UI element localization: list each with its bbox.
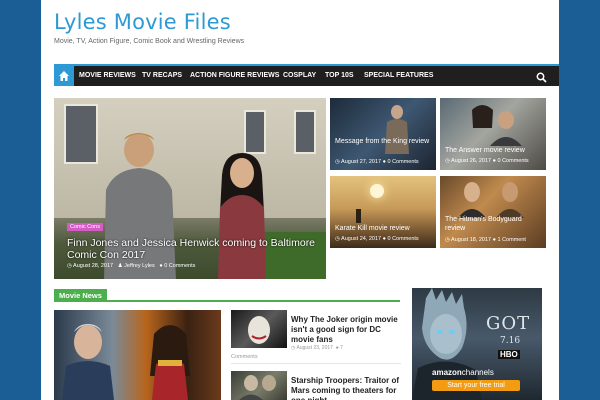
nav-item-top-10s[interactable]: TOP 10S: [325, 66, 354, 86]
post-comments-count[interactable]: 7: [340, 345, 343, 351]
featured-post-title[interactable]: The Answer movie review: [445, 147, 541, 156]
featured-post-tile[interactable]: The Hitman's Bodyguard review ◷ August 1…: [440, 176, 546, 248]
clock-icon: ◷: [335, 236, 340, 242]
news-title[interactable]: Starship Troopers: Traitor of Mars comin…: [291, 376, 401, 400]
comment-icon: ●: [382, 159, 386, 165]
tile-image-people: [472, 105, 522, 146]
user-icon: ♟: [117, 263, 123, 269]
post-date[interactable]: August 26, 2017: [451, 158, 491, 164]
search-icon[interactable]: [536, 70, 547, 88]
news-meta: ◷ August 23, 2017 ● 7: [291, 345, 343, 351]
post-date[interactable]: August 28, 2017: [73, 263, 113, 269]
featured-post-title[interactable]: The Hitman's Bodyguard review: [445, 216, 541, 233]
site-tagline: Movie, TV, Action Figure, Comic Book and…: [54, 38, 245, 45]
got-advertisement[interactable]: GOT 7.16 HBO amazonchannels Start your f…: [412, 288, 542, 400]
featured-post-tile[interactable]: Message from the King review ◷ August 27…: [330, 98, 436, 170]
featured-main-meta: ◷ August 28, 2017 ♟ Jeffrey Lyles ● 0 Co…: [67, 263, 195, 269]
clock-icon: ◷: [335, 159, 340, 165]
post-comments[interactable]: 0 Comments: [388, 159, 419, 165]
post-author[interactable]: Jeffrey Lyles: [124, 263, 155, 269]
movie-news-label[interactable]: Movie News: [54, 289, 107, 302]
clock-icon: ◷: [291, 345, 296, 351]
troopers-image: [239, 375, 276, 400]
featured-post-meta: ◷ August 24, 2017 ● 0 Comments: [335, 236, 419, 242]
tile-image-people: [458, 182, 524, 218]
post-comments[interactable]: 1 Comment: [498, 237, 526, 243]
nav-item-tv-recaps[interactable]: TV RECAPS: [142, 66, 182, 86]
post-date[interactable]: August 27, 2017: [341, 159, 381, 165]
nav-item-action-figure-reviews[interactable]: ACTION FIGURE REVIEWS: [190, 66, 279, 86]
category-badge[interactable]: Comic Cons: [67, 223, 103, 231]
post-comments[interactable]: 0 Comments: [498, 158, 529, 164]
featured-post-tile[interactable]: The Answer movie review ◷ August 26, 201…: [440, 98, 546, 170]
nav-item-movie-reviews[interactable]: MOVIE REVIEWS: [79, 66, 136, 86]
comment-icon: ●: [382, 236, 386, 242]
ad-amazon-brand: amazon: [432, 368, 462, 377]
page-container: Lyles Movie Files Movie, TV, Action Figu…: [41, 0, 559, 400]
ad-date: 7.16: [500, 336, 521, 346]
tile-image-sun: [370, 184, 384, 198]
featured-post-meta: ◷ August 18, 2017 ● 1 Comment: [445, 237, 526, 243]
ad-hbo-logo: HBO: [498, 350, 520, 359]
movie-news-heading: Movie News: [54, 289, 400, 302]
comment-icon: ●: [492, 158, 496, 164]
ad-start-trial-button[interactable]: Start your free trial: [432, 380, 520, 391]
nav-home-button[interactable]: [54, 66, 74, 86]
post-date[interactable]: August 24, 2017: [341, 236, 381, 242]
clock-icon: ◷: [445, 237, 450, 243]
ad-channels-label: channels: [461, 368, 494, 377]
site-title[interactable]: Lyles Movie Files: [54, 10, 231, 34]
featured-post-title[interactable]: Karate Kill movie review: [335, 225, 431, 234]
movie-news-featured-image[interactable]: [54, 310, 221, 400]
featured-post-meta: ◷ August 27, 2017 ● 0 Comments: [335, 159, 419, 165]
post-date[interactable]: August 23, 2017: [297, 345, 333, 351]
hero-image-window: [294, 110, 316, 154]
nav-item-special-features[interactable]: SPECIAL FEATURES: [364, 66, 433, 86]
news-comments-label[interactable]: Comments: [231, 354, 258, 360]
news-thumbnail[interactable]: [231, 371, 287, 400]
comment-icon: ●: [159, 263, 163, 269]
tile-image-person: [385, 105, 409, 154]
news-divider: [231, 363, 401, 364]
featured-main-post[interactable]: Comic Cons Finn Jones and Jessica Henwic…: [54, 98, 326, 279]
news-image-people: [62, 324, 190, 400]
nav-item-cosplay[interactable]: COSPLAY: [283, 66, 316, 86]
featured-main-title[interactable]: Finn Jones and Jessica Henwick coming to…: [67, 237, 322, 261]
comment-icon: ●: [335, 345, 339, 351]
ad-got-logo: GOT: [486, 313, 531, 334]
featured-post-meta: ◷ August 26, 2017 ● 0 Comments: [445, 158, 529, 164]
main-nav: MOVIE REVIEWS TV RECAPS ACTION FIGURE RE…: [54, 64, 559, 86]
joker-image: [247, 316, 271, 344]
featured-post-title[interactable]: Message from the King review: [335, 138, 431, 147]
news-thumbnail[interactable]: [231, 310, 287, 348]
clock-icon: ◷: [445, 158, 450, 164]
news-title[interactable]: Why The Joker origin movie isn't a good …: [291, 315, 401, 345]
clock-icon: ◷: [67, 263, 72, 269]
featured-post-tile[interactable]: Karate Kill movie review ◷ August 24, 20…: [330, 176, 436, 248]
tile-image-silhouette: [356, 209, 361, 223]
hero-image-window: [244, 110, 266, 154]
post-date[interactable]: August 18, 2017: [451, 237, 491, 243]
site-header: Lyles Movie Files Movie, TV, Action Figu…: [41, 0, 559, 64]
comment-icon: ●: [492, 237, 496, 243]
post-comments[interactable]: 0 Comments: [164, 263, 195, 269]
home-icon: [59, 71, 69, 81]
post-comments[interactable]: 0 Comments: [388, 236, 419, 242]
ad-amazon-channels-logo: amazonchannels: [432, 368, 494, 377]
